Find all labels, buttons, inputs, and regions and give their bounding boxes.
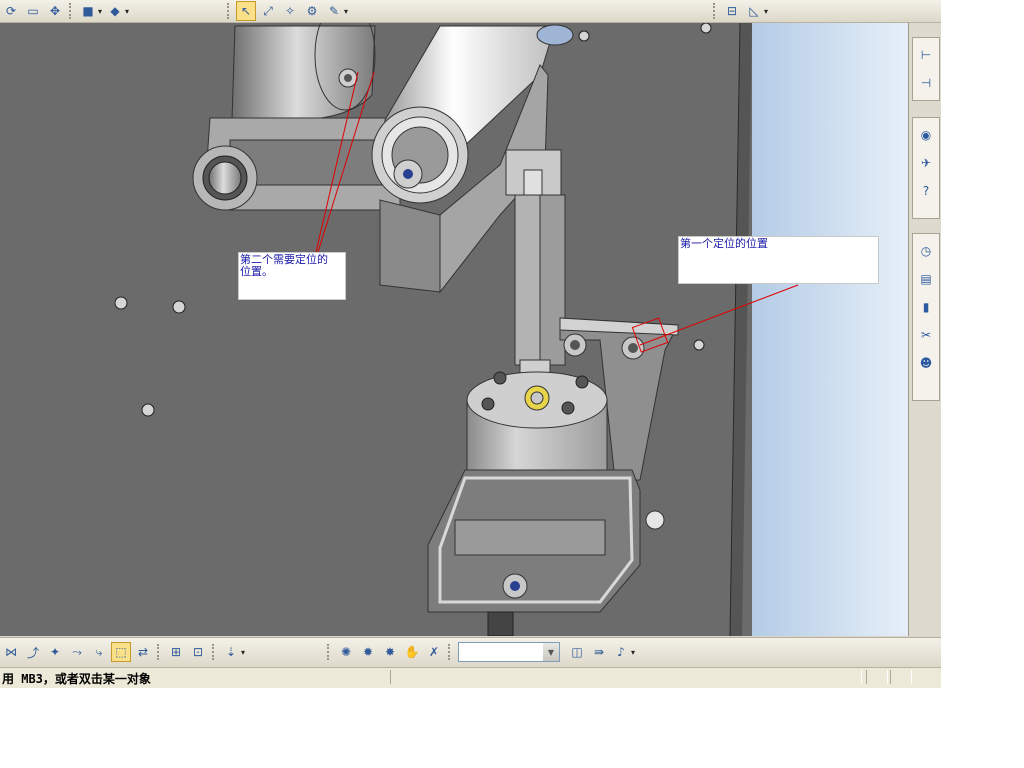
- snap-icon[interactable]: ✧: [280, 1, 300, 21]
- new-component-icon[interactable]: ✦: [45, 642, 65, 662]
- display-dropdown-icon[interactable]: ▾: [764, 7, 768, 16]
- history-palette-icon[interactable]: ✈: [915, 152, 937, 174]
- measure-dropdown-icon[interactable]: ▾: [344, 7, 348, 16]
- explosion-toolbar-group: ✺ ✹ ✸ ✋ ✗ ▼ ◫ ⇛ ♪ ▾: [324, 642, 637, 662]
- pan-icon[interactable]: ✥: [45, 1, 65, 21]
- wave-link-dropdown-icon[interactable]: ▾: [241, 648, 245, 657]
- explosion-view-select[interactable]: ▼: [458, 642, 560, 662]
- bottom-toolbar: ⋈ ⤴ ✦ ⤳ ⤷ ⬚ ⇄ ⊞ ⊡ ⇣ ▾ ✺ ✹ ✸ ✋ ✗ ▼ ◫ ⇛ ♪ …: [0, 637, 941, 668]
- chevron-down-icon[interactable]: ▼: [543, 643, 559, 661]
- web-browser-icon[interactable]: ◉: [915, 124, 937, 146]
- status-bar: 用 MB3，或者双击某一对象: [0, 667, 941, 688]
- link-arm: [192, 117, 401, 211]
- reposition-icon[interactable]: ⤷: [89, 642, 109, 662]
- section-toolbar-group: ⊟ ◺ ▾: [710, 1, 770, 21]
- section-icon[interactable]: ⊟: [722, 1, 742, 21]
- transform-icon[interactable]: ⤢: [258, 1, 278, 21]
- hide-in-explosion-icon[interactable]: ◫: [567, 642, 587, 662]
- auto-explode-icon[interactable]: ✸: [380, 642, 400, 662]
- background-sky: [752, 23, 908, 636]
- add-component-icon[interactable]: ⤴: [23, 642, 43, 662]
- display-icon[interactable]: ◺: [744, 1, 764, 21]
- toolbar-separator: [327, 644, 332, 660]
- help-icon[interactable]: ?: [915, 180, 937, 202]
- assembly-toolbar-group: ⋈ ⤴ ✦ ⤳ ⤷ ⬚ ⇄ ⊞ ⊡ ⇣ ▾: [0, 642, 247, 662]
- cube-view-icon[interactable]: ■: [78, 1, 98, 21]
- sequence-icon[interactable]: ⊡: [188, 642, 208, 662]
- delete-explosion-icon[interactable]: ✗: [424, 642, 444, 662]
- clock-icon[interactable]: ◷: [915, 240, 937, 262]
- rotate-icon[interactable]: ⟳: [1, 1, 21, 21]
- resource-panel-tools: ◉ ✈ ?: [912, 117, 940, 219]
- selection-toolbar-group: ↖ ⤢ ✧ ⚙ ✎ ▾: [224, 1, 350, 21]
- toolbar-separator: [212, 644, 217, 660]
- replace-icon[interactable]: ⇄: [133, 642, 153, 662]
- color-roles-icon[interactable]: ▮: [915, 296, 937, 318]
- zoom-window-icon[interactable]: ▭: [23, 1, 43, 21]
- model-canvas[interactable]: [0, 23, 908, 636]
- wave-link-icon[interactable]: ⇣: [221, 642, 241, 662]
- explode-icon[interactable]: ⊞: [166, 642, 186, 662]
- analyze-icon[interactable]: ⚙: [302, 1, 322, 21]
- move-component-icon[interactable]: ⤳: [67, 642, 87, 662]
- view-toolbar-group: ⟳ ▭ ✥ ■ ▾ ◆ ▾: [0, 1, 131, 21]
- tracelines-icon[interactable]: ♪: [611, 642, 631, 662]
- constraint-navigator-icon[interactable]: ⊣: [915, 72, 937, 94]
- status-cell-main: [390, 670, 862, 684]
- toolbar-separator: [157, 644, 162, 660]
- toolbar-separator: [448, 644, 453, 660]
- measure-icon[interactable]: ✎: [324, 1, 344, 21]
- status-cell-b: [890, 670, 912, 684]
- toolbar-separator: [227, 3, 232, 19]
- constraint-icon[interactable]: ⬚: [111, 642, 131, 662]
- annotation-note-second[interactable]: 第二个需要定位的 位置。: [238, 252, 346, 300]
- nx-cad-window: ⟳ ▭ ✥ ■ ▾ ◆ ▾ ↖ ⤢ ✧ ⚙ ✎ ▾ ⊟ ◺ ▾ 第二个需要定位的…: [0, 0, 941, 688]
- shade-dropdown-icon[interactable]: ▾: [125, 7, 129, 16]
- status-prompt: 用 MB3，或者双击某一对象: [2, 672, 151, 686]
- create-explosion-icon[interactable]: ✺: [336, 642, 356, 662]
- show-in-explosion-icon[interactable]: ⇛: [589, 642, 609, 662]
- annotation-note-first[interactable]: 第一个定位的位置: [678, 236, 879, 284]
- assembly-navigator-icon[interactable]: ⊢: [915, 44, 937, 66]
- mirror-icon[interactable]: ⋈: [1, 642, 21, 662]
- part-list-icon[interactable]: ▤: [915, 268, 937, 290]
- toolbar-separator: [713, 3, 718, 19]
- vertical-slider: [505, 149, 566, 383]
- status-cell-a: [866, 670, 888, 684]
- edit-explosion-icon[interactable]: ✹: [358, 642, 378, 662]
- graphics-viewport[interactable]: 第二个需要定位的 位置。 第一个定位的位置: [0, 23, 908, 636]
- unexplode-icon[interactable]: ✋: [402, 642, 422, 662]
- top-toolbar: ⟳ ▭ ✥ ■ ▾ ◆ ▾ ↖ ⤢ ✧ ⚙ ✎ ▾ ⊟ ◺ ▾: [0, 0, 941, 23]
- select-icon[interactable]: ↖: [236, 1, 256, 21]
- toolbar-separator: [69, 3, 74, 19]
- resource-bar: ⊢ ⊣ ◉ ✈ ? ◷ ▤ ▮ ✂ ☻: [908, 23, 941, 636]
- cube-view-dropdown-icon[interactable]: ▾: [98, 7, 102, 16]
- shade-icon[interactable]: ◆: [105, 1, 125, 21]
- resource-panel-navigators: ⊢ ⊣: [912, 37, 940, 101]
- user-roles-icon[interactable]: ☻: [915, 352, 937, 374]
- tracelines-dropdown-icon[interactable]: ▾: [631, 648, 635, 657]
- upper-roller-left: [231, 23, 376, 121]
- resource-panel-misc: ◷ ▤ ▮ ✂ ☻: [912, 233, 940, 401]
- tools-icon[interactable]: ✂: [915, 324, 937, 346]
